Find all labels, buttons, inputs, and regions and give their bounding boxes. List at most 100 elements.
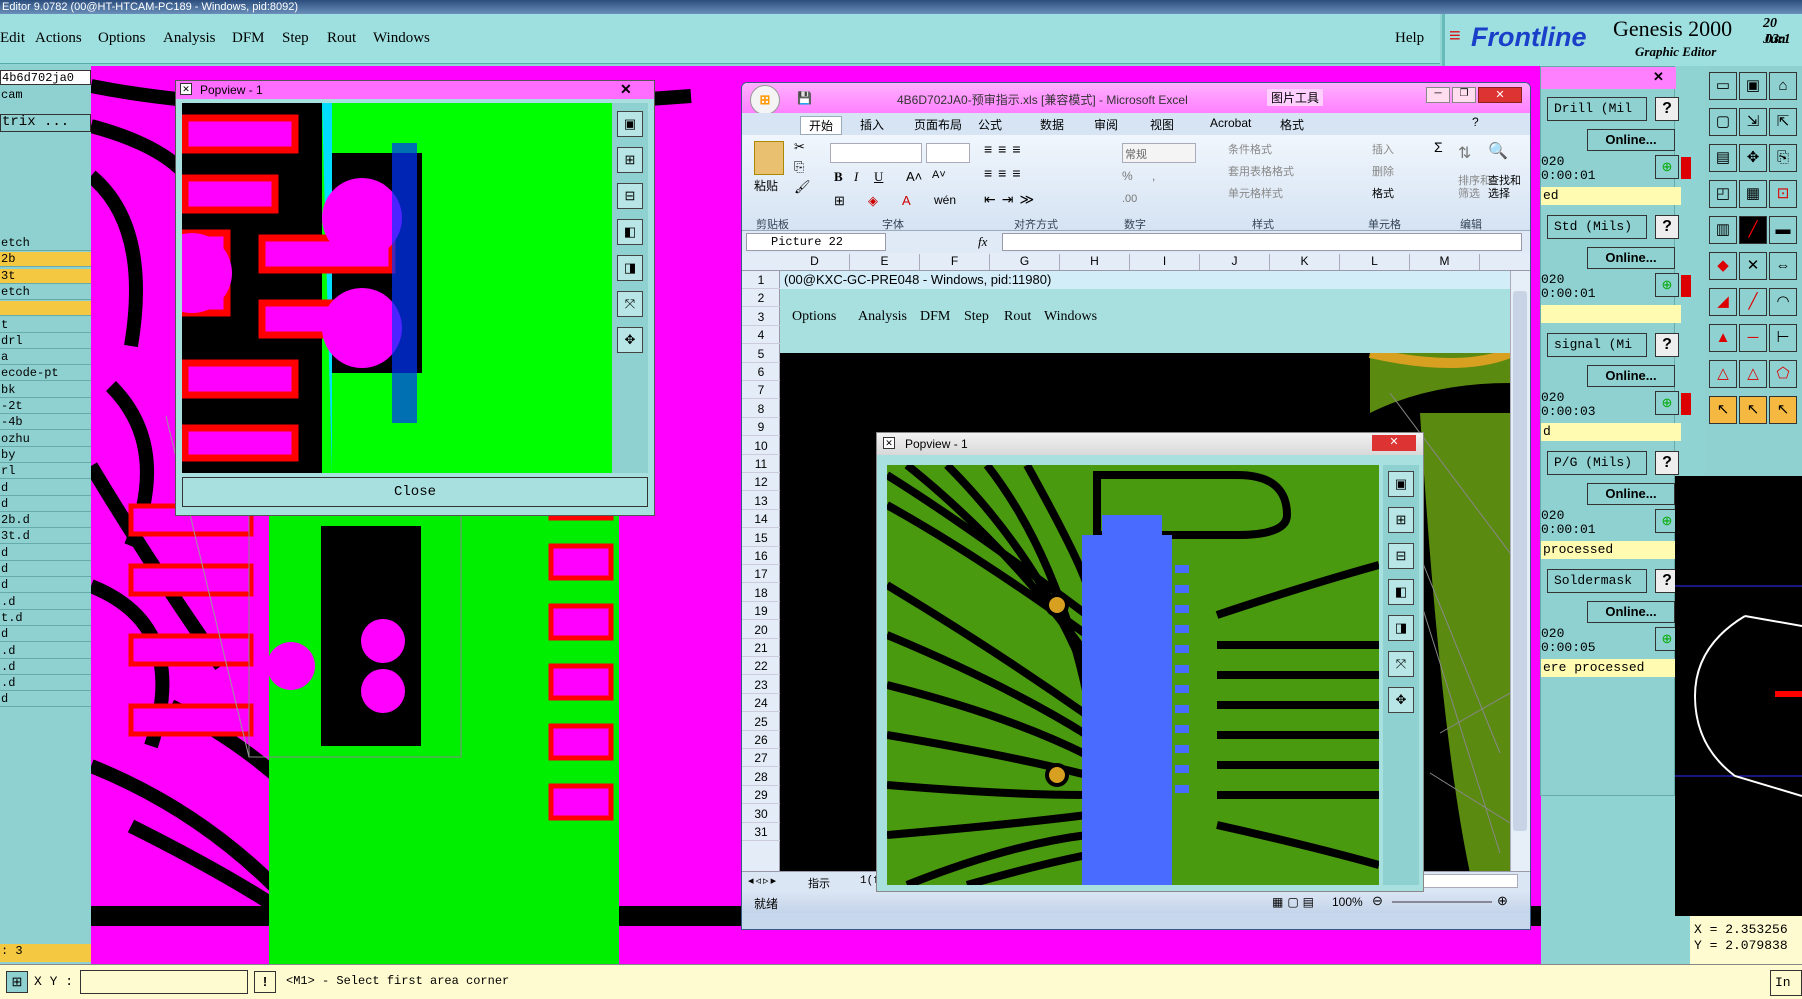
save-icon[interactable]: 💾 xyxy=(797,91,812,105)
tool-25-icon[interactable]: △ xyxy=(1709,360,1737,388)
row-header[interactable]: 15 xyxy=(742,529,780,547)
insert-cells-button[interactable]: 插入 xyxy=(1372,141,1394,157)
name-box[interactable]: Picture 22 xyxy=(746,233,886,251)
layer-item[interactable]: .d xyxy=(0,644,91,659)
column-header[interactable]: J xyxy=(1200,254,1270,270)
menu-options[interactable]: Options xyxy=(98,30,146,47)
alert-icon[interactable]: ! xyxy=(254,971,276,993)
menu-windows[interactable]: Windows xyxy=(373,30,430,47)
check-layer-name[interactable]: signal (Mi xyxy=(1547,333,1647,357)
tool-10-icon[interactable]: ◰ xyxy=(1709,180,1737,208)
measure-icon[interactable]: ⊢ xyxy=(1769,324,1797,352)
export-icon[interactable]: ⇲ xyxy=(1739,108,1767,136)
step-name[interactable]: cam xyxy=(0,88,91,103)
layer-item[interactable]: etch xyxy=(0,285,91,300)
layer-item[interactable]: d xyxy=(0,546,91,561)
row-header[interactable]: 22 xyxy=(742,657,780,676)
menu-analysis[interactable]: Analysis xyxy=(163,30,216,47)
cell-style-button[interactable]: 单元格样式 xyxy=(1228,185,1283,201)
font-name-input[interactable] xyxy=(830,143,922,163)
column-header[interactable]: F xyxy=(920,254,990,270)
polygon-icon[interactable]: ⬠ xyxy=(1769,360,1797,388)
zoom-home-icon[interactable]: ▣ xyxy=(617,111,643,137)
layer-item[interactable]: .d xyxy=(0,676,91,692)
fit-icon[interactable]: ⤧ xyxy=(617,291,643,317)
comma-icon[interactable]: , xyxy=(1152,169,1155,183)
ribbon-tab[interactable]: 审阅 xyxy=(1094,116,1118,133)
ribbon-tab[interactable]: 格式 xyxy=(1280,116,1304,133)
vertical-scrollbar[interactable] xyxy=(1510,271,1530,871)
close-icon[interactable]: ✕ xyxy=(620,81,632,98)
pan-left-icon[interactable]: ◧ xyxy=(617,219,643,245)
layer-item[interactable]: t.d xyxy=(0,611,91,626)
layer-item[interactable]: .d xyxy=(0,660,91,675)
font-shrink-icon[interactable]: A˅ xyxy=(932,169,946,181)
row-header[interactable]: 9 xyxy=(742,418,780,437)
ribbon-tab[interactable]: 页面布局 xyxy=(914,116,962,133)
fit-icon[interactable]: ⤧ xyxy=(1388,651,1414,677)
column-header[interactable]: K xyxy=(1270,254,1340,270)
office-button-icon[interactable]: ⊞ xyxy=(750,85,780,115)
minimize-icon[interactable]: ─ xyxy=(1426,87,1450,103)
formula-input[interactable] xyxy=(1002,233,1522,251)
layer-item[interactable]: -4b xyxy=(0,415,91,431)
online-button[interactable]: Online... xyxy=(1587,247,1675,269)
sort-icon[interactable]: ⇅ xyxy=(1458,143,1471,163)
delete-cells-button[interactable]: 删除 xyxy=(1372,163,1394,179)
layer-item[interactable]: d xyxy=(0,497,91,512)
zoom-slider[interactable] xyxy=(1392,901,1492,903)
row-header[interactable]: 2 xyxy=(742,289,780,308)
home-icon[interactable]: ⌂ xyxy=(1769,72,1797,100)
tool-19-icon[interactable]: ◢ xyxy=(1709,288,1737,316)
help-icon[interactable]: ? xyxy=(1655,215,1679,239)
layer-item[interactable]: a xyxy=(0,350,91,366)
sheet-tab[interactable]: 指示 xyxy=(808,875,830,891)
tool-22-icon[interactable]: ▲ xyxy=(1709,324,1737,352)
row-header[interactable]: 30 xyxy=(742,805,780,823)
layer-item[interactable]: d xyxy=(0,692,91,708)
copy-icon[interactable]: ⎘ xyxy=(794,159,804,175)
indent-icons[interactable]: ⇤⇥≫ xyxy=(984,191,1040,208)
zoom-out-icon[interactable]: ⊟ xyxy=(1388,543,1414,569)
online-button[interactable]: Online... xyxy=(1587,483,1675,505)
check-layer-name[interactable]: Std (Mils) xyxy=(1547,215,1647,239)
pointer-icon[interactable]: ↖ xyxy=(1739,396,1767,424)
underline-icon[interactable]: U xyxy=(874,169,883,185)
italic-icon[interactable]: I xyxy=(854,169,858,185)
monitor-icon[interactable]: ▣ xyxy=(1739,72,1767,100)
tool-28-icon[interactable]: ↖ xyxy=(1709,396,1737,424)
row-header[interactable]: 28 xyxy=(742,768,780,786)
ribbon-tab[interactable]: 数据 xyxy=(1040,116,1064,133)
bold-icon[interactable]: B xyxy=(834,169,843,185)
menu-rout[interactable]: Rout xyxy=(327,30,356,47)
move-icon[interactable]: ✥ xyxy=(1739,144,1767,172)
arrows-icon[interactable]: ⇔ xyxy=(1769,252,1797,280)
help-icon[interactable]: ? xyxy=(1655,333,1679,357)
find-select-button[interactable]: 查找和选择 xyxy=(1488,175,1528,201)
input-mode[interactable]: In xyxy=(1770,970,1802,996)
tool-4-icon[interactable]: ▢ xyxy=(1709,108,1737,136)
layer-item[interactable]: ozhu xyxy=(0,432,91,447)
menu-edit[interactable]: Edit xyxy=(0,30,25,47)
layer-item[interactable]: d xyxy=(0,627,91,643)
layer-item[interactable]: ecode-pt xyxy=(0,366,91,382)
find-icon[interactable]: 🔍 xyxy=(1488,141,1508,161)
paste-icon[interactable] xyxy=(754,141,784,175)
move-icon[interactable]: ✥ xyxy=(1388,687,1414,713)
row-header[interactable]: 17 xyxy=(742,565,780,584)
help-icon[interactable]: ? xyxy=(1655,97,1679,121)
layer-item[interactable]: 3t.d xyxy=(0,529,91,545)
zoom-level[interactable]: 100% xyxy=(1332,895,1363,909)
line-red-icon[interactable]: ╱ xyxy=(1739,216,1767,244)
font-color-icon[interactable]: A xyxy=(902,193,911,208)
row-header[interactable]: 14 xyxy=(742,510,780,529)
row-header[interactable]: 29 xyxy=(742,786,780,805)
menu-actions[interactable]: Actions xyxy=(35,30,82,47)
grid-toggle-icon[interactable]: ⊞ xyxy=(6,971,28,993)
row-header[interactable]: 5 xyxy=(742,345,780,363)
layer-item[interactable]: d xyxy=(0,481,91,496)
arc-icon[interactable]: ◠ xyxy=(1769,288,1797,316)
layer-item[interactable]: d xyxy=(0,578,91,594)
column-header[interactable]: G xyxy=(990,254,1060,270)
layer-item[interactable]: -2t xyxy=(0,399,91,414)
